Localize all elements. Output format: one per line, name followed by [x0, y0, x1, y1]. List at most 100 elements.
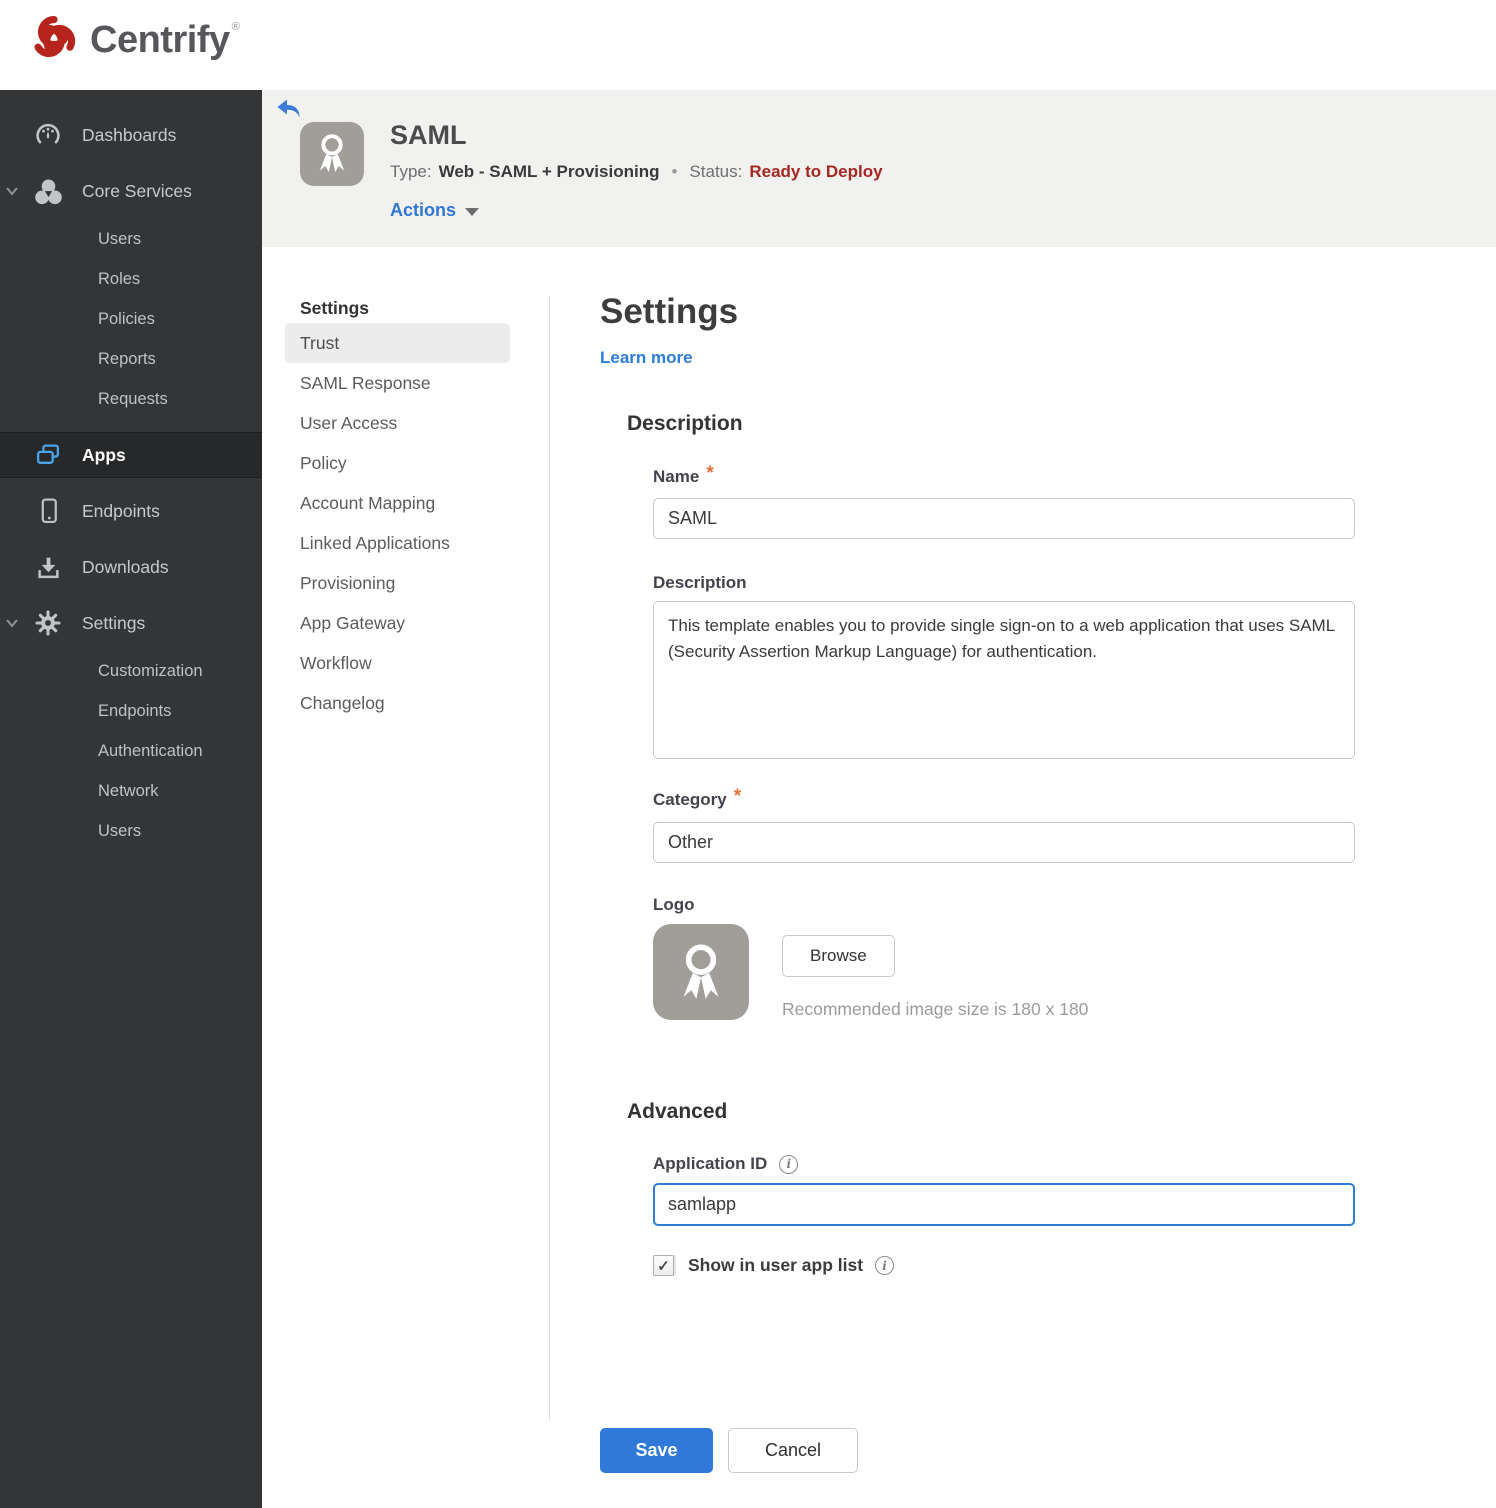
subnav-item-app-gateway[interactable]: App Gateway	[285, 603, 510, 643]
application-id-input[interactable]	[653, 1183, 1355, 1226]
type-value: Web - SAML + Provisioning	[438, 162, 660, 181]
subnav-item-label: Account Mapping	[300, 492, 436, 513]
required-asterisk: *	[706, 463, 714, 484]
core-services-icon	[34, 178, 62, 205]
subnav-item-label: Policy	[300, 452, 347, 473]
settings-subnav: Settings Trust SAML Response User Access…	[285, 293, 510, 723]
logo-field-label: Logo	[653, 895, 1360, 915]
show-in-app-list-checkbox[interactable]: ✓	[653, 1255, 674, 1276]
sidebar-item-label: Endpoints	[82, 500, 160, 521]
app-meta-line: Type: Web - SAML + Provisioning • Status…	[390, 162, 883, 182]
device-icon	[34, 498, 62, 524]
page-title: SAML	[390, 120, 467, 150]
subnav-item-label: Trust	[300, 332, 340, 353]
subnav-item-provisioning[interactable]: Provisioning	[285, 563, 510, 603]
gauge-icon	[34, 122, 62, 148]
category-input[interactable]	[653, 822, 1355, 863]
sidebar-item-policies[interactable]: Policies	[0, 301, 262, 337]
centrify-swirl-icon	[28, 12, 80, 69]
sidebar-item-label: Core Services	[82, 180, 192, 201]
sidebar-item-dashboards[interactable]: Dashboards	[0, 113, 262, 157]
browse-button[interactable]: Browse	[782, 935, 895, 977]
sidebar-subitem-label: Roles	[98, 269, 141, 288]
show-in-app-list-label: Show in user app list	[688, 1255, 864, 1275]
sidebar: Dashboards Core Services Users Roles Pol…	[0, 90, 262, 1508]
sidebar-item-roles[interactable]: Roles	[0, 261, 262, 297]
subnav-item-policy[interactable]: Policy	[285, 443, 510, 483]
subnav-item-label: SAML Response	[300, 372, 431, 393]
logo-row: Browse Recommended image size is 180 x 1…	[653, 924, 1360, 1020]
label-text: Logo	[653, 895, 695, 914]
award-ribbon-icon	[309, 129, 355, 180]
sidebar-item-network[interactable]: Network	[0, 773, 262, 809]
sidebar-item-downloads[interactable]: Downloads	[0, 545, 262, 589]
learn-more-link[interactable]: Learn more	[600, 348, 693, 368]
sidebar-item-label: Dashboards	[82, 124, 177, 145]
subnav-item-label: User Access	[300, 412, 398, 433]
application-id-label: Application ID i	[653, 1154, 1360, 1174]
sidebar-subitem-label: Reports	[98, 349, 156, 368]
brand-logo: Centrify ®	[28, 12, 240, 69]
actions-menu-button[interactable]: Actions	[390, 200, 480, 221]
advanced-section-heading: Advanced	[627, 1100, 728, 1123]
subnav-item-label: App Gateway	[300, 612, 406, 633]
subnav-item-workflow[interactable]: Workflow	[285, 643, 510, 683]
subnav-item-user-access[interactable]: User Access	[285, 403, 510, 443]
label-text: Description	[653, 573, 747, 592]
topbar: Centrify ®	[0, 0, 1496, 90]
sidebar-item-reports[interactable]: Reports	[0, 341, 262, 377]
sidebar-subitem-label: Policies	[98, 309, 155, 328]
subnav-item-label: Linked Applications	[300, 532, 450, 553]
info-icon[interactable]: i	[779, 1154, 799, 1174]
centrify-admin-app: Centrify ® Dashboards Core Services User…	[0, 0, 1496, 1508]
info-icon[interactable]: i	[875, 1256, 895, 1275]
settings-form: Settings Learn more Description Name * D…	[600, 292, 1360, 1473]
name-input[interactable]	[653, 498, 1355, 539]
description-textarea[interactable]: This template enables you to provide sin…	[653, 601, 1355, 759]
form-buttons: Save Cancel	[600, 1428, 1360, 1473]
sidebar-item-label: Settings	[82, 612, 146, 633]
sidebar-item-apps[interactable]: Apps	[0, 432, 262, 478]
meta-separator: •	[671, 162, 678, 181]
label-text: Category	[653, 790, 727, 809]
subnav-item-trust[interactable]: Trust	[285, 323, 510, 363]
download-icon	[34, 555, 62, 580]
subnav-item-saml-response[interactable]: SAML Response	[285, 363, 510, 403]
brand-name: Centrify	[90, 19, 230, 61]
status-badge: Ready to Deploy	[749, 162, 883, 181]
sidebar-item-users[interactable]: Users	[0, 221, 262, 257]
actions-label: Actions	[390, 200, 457, 220]
description-field-label: Description	[653, 573, 1360, 593]
section-title: Settings	[600, 292, 739, 331]
subnav-item-label: Changelog	[300, 692, 385, 713]
sidebar-item-settings-users[interactable]: Users	[0, 813, 262, 849]
sidebar-item-requests[interactable]: Requests	[0, 381, 262, 417]
sidebar-item-core-services[interactable]: Core Services	[0, 169, 262, 213]
chevron-down-icon	[465, 207, 480, 216]
back-arrow-icon[interactable]	[276, 98, 302, 120]
vertical-divider	[549, 296, 550, 1420]
cancel-button[interactable]: Cancel	[728, 1428, 858, 1473]
sidebar-item-label: Apps	[82, 444, 126, 465]
subnav-item-changelog[interactable]: Changelog	[285, 683, 510, 723]
sidebar-subitem-label: Users	[98, 821, 142, 840]
sidebar-item-customization[interactable]: Customization	[0, 653, 262, 689]
gear-icon	[34, 610, 62, 636]
sidebar-item-settings-endpoints[interactable]: Endpoints	[0, 693, 262, 729]
sidebar-item-settings[interactable]: Settings	[0, 601, 262, 645]
sidebar-item-endpoints[interactable]: Endpoints	[0, 489, 262, 533]
sidebar-item-authentication[interactable]: Authentication	[0, 733, 262, 769]
sidebar-subitem-label: Customization	[98, 661, 203, 680]
sidebar-item-label: Downloads	[82, 556, 169, 577]
award-ribbon-icon	[668, 937, 734, 1008]
type-label: Type:	[390, 162, 432, 181]
brand-trademark: ®	[231, 20, 240, 33]
subnav-item-linked-applications[interactable]: Linked Applications	[285, 523, 510, 563]
sidebar-subitem-label: Endpoints	[98, 701, 172, 720]
apps-icon	[34, 443, 62, 467]
save-button[interactable]: Save	[600, 1428, 713, 1473]
subnav-item-account-mapping[interactable]: Account Mapping	[285, 483, 510, 523]
sidebar-subitem-label: Authentication	[98, 741, 203, 760]
app-logo-badge	[300, 122, 364, 186]
app-header-banner: SAML Type: Web - SAML + Provisioning • S…	[262, 90, 1496, 247]
